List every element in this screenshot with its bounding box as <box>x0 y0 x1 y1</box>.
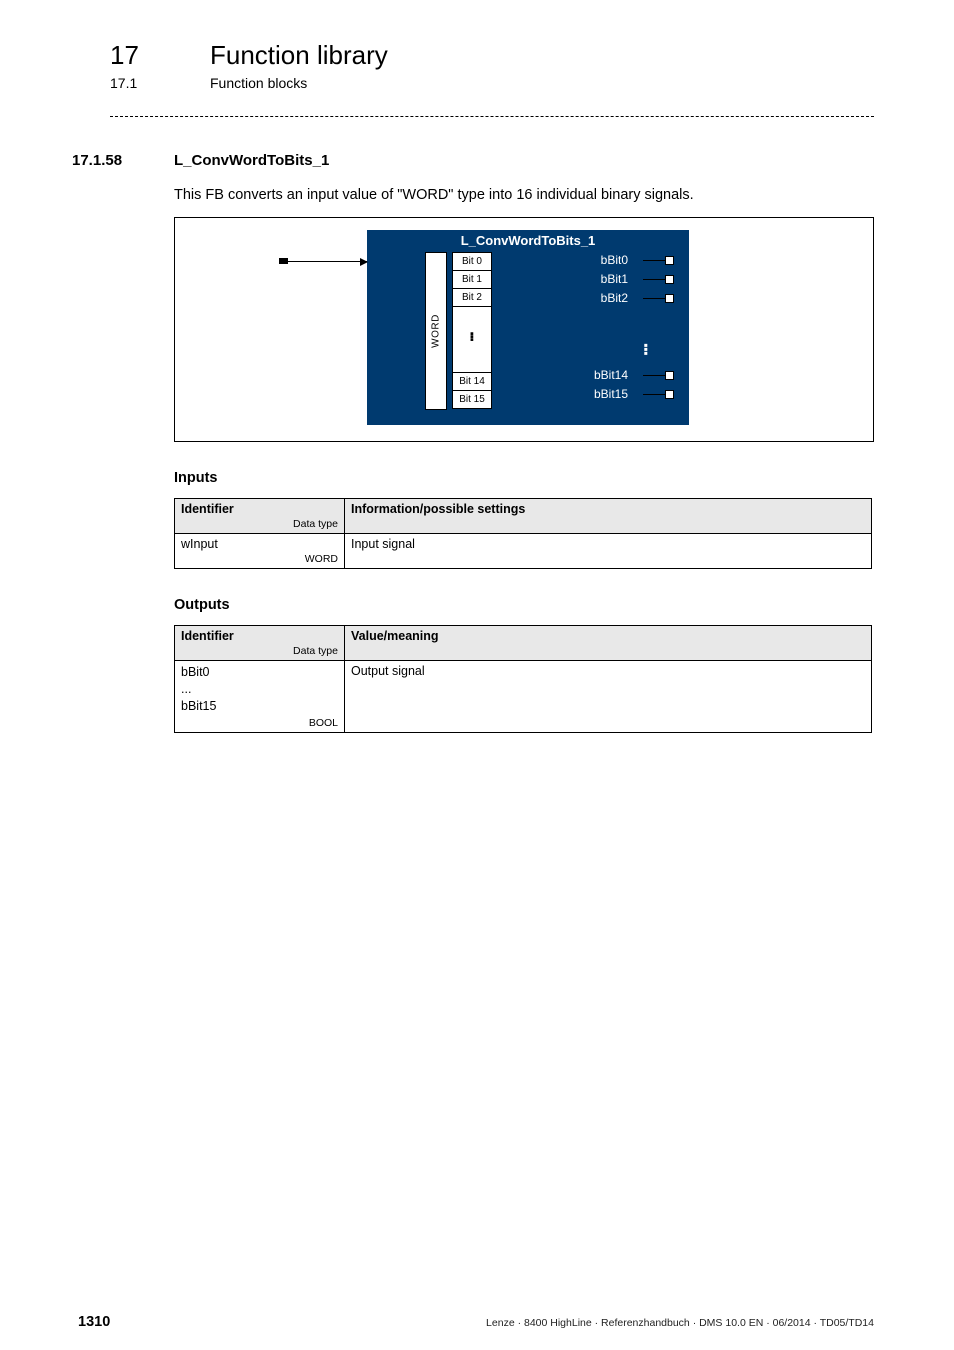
col-datatype-label: Data type <box>181 518 338 530</box>
outputs-heading: Outputs <box>174 597 874 613</box>
col-identifier: Identifier Data type <box>175 626 345 661</box>
bit-cell: Bit 0 <box>452 252 492 271</box>
vdots-icon: ▪▪▪ <box>534 319 674 355</box>
bits-column: Bit 0 Bit 1 Bit 2 ▪▪▪ Bit 14 Bit 15 <box>452 252 492 409</box>
info-value: Input signal <box>345 534 872 569</box>
col-datatype-label: Data type <box>181 645 338 657</box>
chapter-header: 17 Function library <box>110 40 874 71</box>
page: 17 Function library 17.1 Function blocks… <box>0 0 954 1350</box>
word-box: WORD <box>425 252 447 410</box>
vdots-icon: ▪▪▪ <box>452 306 492 373</box>
col-info: Information/possible settings <box>345 499 872 534</box>
output-connector-icon <box>632 289 674 308</box>
output-label: bBit1 <box>492 270 632 289</box>
output-connector-icon <box>632 385 674 404</box>
output-connector-icon <box>632 270 674 289</box>
output-label: bBit14 <box>492 366 632 385</box>
output-label: bBit2 <box>492 289 632 308</box>
output-label: bBit0 <box>492 251 632 270</box>
subchapter-number: 17.1 <box>110 75 170 91</box>
inputs-heading: Inputs <box>174 470 874 486</box>
fb-title: L_ConvWordToBits_1 <box>367 230 689 248</box>
page-number: 1310 <box>78 1314 110 1330</box>
table-row: wInput WORD Input signal <box>175 534 872 569</box>
info-value: Output signal <box>345 661 872 733</box>
bit-cell: Bit 2 <box>452 288 492 307</box>
col-identifier: Identifier Data type <box>175 499 345 534</box>
section-header: 17.1.58 L_ConvWordToBits_1 <box>110 152 874 169</box>
bit-cell: Bit 14 <box>452 372 492 391</box>
col-info: Value/meaning <box>345 626 872 661</box>
col-identifier-label: Identifier <box>181 629 234 643</box>
divider <box>110 116 874 117</box>
output-label: bBit15 <box>492 385 632 404</box>
outputs-column: bBit0 bBit1 bBit2 ▪▪▪ bBit14 bBit15 <box>492 251 674 404</box>
inputs-table: Identifier Data type Information/possibl… <box>174 498 872 569</box>
function-block-diagram: L_ConvWordToBits_1 wInput WORD Bit 0 Bit… <box>174 217 874 442</box>
datatype-value: BOOL <box>181 717 338 729</box>
word-label: WORD <box>431 314 442 348</box>
section-title: L_ConvWordToBits_1 <box>174 152 329 169</box>
intro-text: This FB converts an input value of "WORD… <box>174 187 874 203</box>
footer-text: Lenze · 8400 HighLine · Referenzhandbuch… <box>486 1317 874 1329</box>
subchapter-header: 17.1 Function blocks <box>110 75 874 91</box>
datatype-value: WORD <box>181 553 338 565</box>
col-identifier-label: Identifier <box>181 502 234 516</box>
table-row: bBit0 ... bBit15 BOOL Output signal <box>175 661 872 733</box>
output-connector-icon <box>632 251 674 270</box>
chapter-number: 17 <box>110 40 170 71</box>
subchapter-title: Function blocks <box>210 75 307 91</box>
outputs-table: Identifier Data type Value/meaning bBit0… <box>174 625 872 733</box>
section-number: 17.1.58 <box>72 152 174 169</box>
page-footer: 1310 Lenze · 8400 HighLine · Referenzhan… <box>110 1294 874 1330</box>
chapter-title: Function library <box>210 40 388 71</box>
identifier-value: bBit0 ... bBit15 <box>181 665 216 713</box>
input-arrow-icon <box>284 261 367 262</box>
bit-cell: Bit 15 <box>452 390 492 409</box>
input-label: wInput <box>301 245 336 259</box>
identifier-value: wInput <box>181 537 218 551</box>
output-connector-icon <box>632 366 674 385</box>
bit-cell: Bit 1 <box>452 270 492 289</box>
